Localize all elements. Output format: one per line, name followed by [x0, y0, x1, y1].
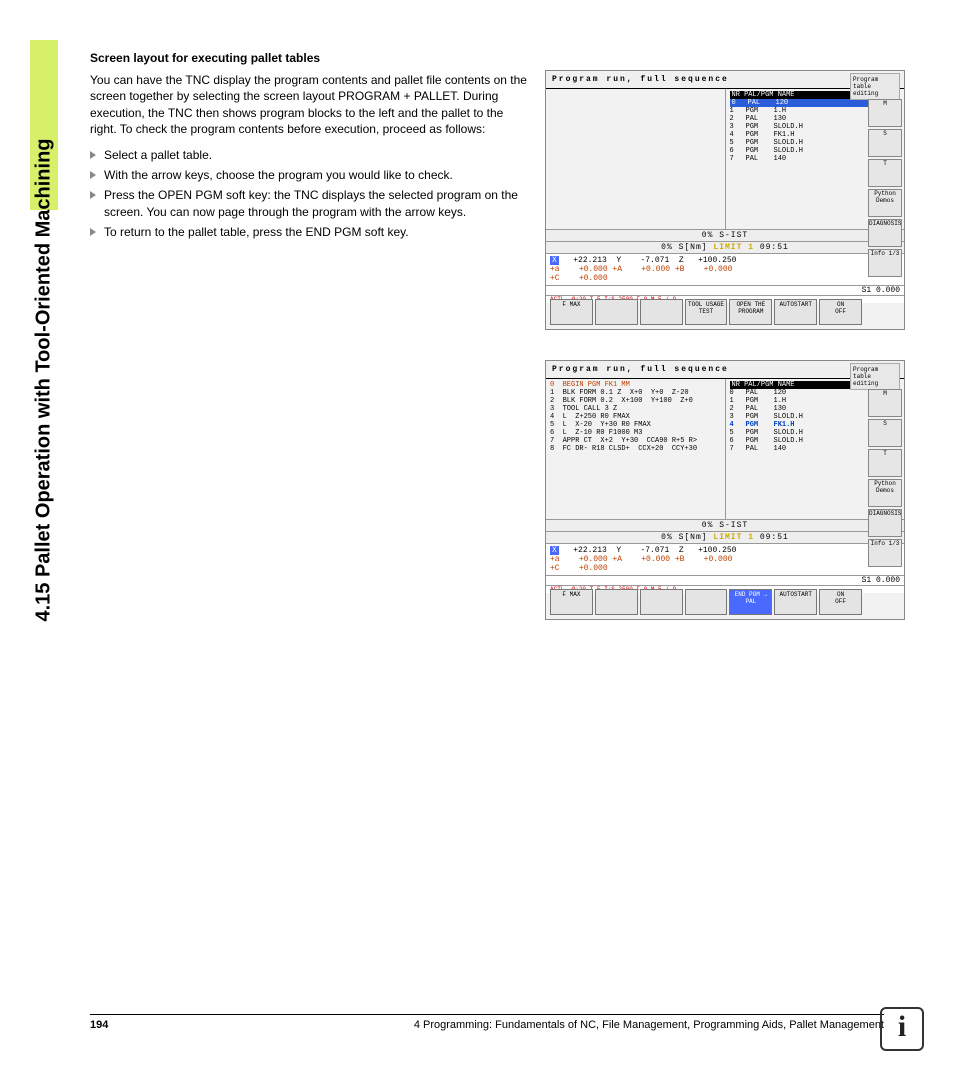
- heading: Screen layout for executing pallet table…: [90, 50, 530, 66]
- vk-s[interactable]: S: [868, 129, 902, 157]
- sk-blank[interactable]: [595, 299, 638, 325]
- vertical-softkeys: M S T Python Demos DIAGNOSIS Info 1/3: [868, 99, 902, 279]
- coordinates: X +22.213 Y -7.071 Z +100.250 +a +0.000 …: [546, 543, 904, 575]
- vk-t[interactable]: T: [868, 449, 902, 477]
- screenshot-pallet-only: Program run, full sequence Program table…: [545, 70, 905, 330]
- step-1: Select a pallet table.: [90, 147, 530, 163]
- vk-t[interactable]: T: [868, 159, 902, 187]
- vk-diagnosis[interactable]: DIAGNOSIS: [868, 509, 902, 537]
- page-footer: 194 4 Programming: Fundamentals of NC, F…: [90, 1014, 884, 1031]
- page-number: 194: [90, 1019, 108, 1031]
- sk-fmax[interactable]: F MAX: [550, 299, 593, 325]
- sk-tool-usage[interactable]: TOOL USAGE TEST: [685, 299, 728, 325]
- status-snm: 0% S[Nm] LIMIT 1 09:51: [546, 531, 904, 543]
- status-sist: 0% S-IST: [546, 519, 904, 531]
- vk-python[interactable]: Python Demos: [868, 479, 902, 507]
- vertical-softkeys: M S T Python Demos DIAGNOSIS Info 1/3: [868, 389, 902, 569]
- sk-blank[interactable]: [685, 589, 728, 615]
- coordinates: X +22.213 Y -7.071 Z +100.250 +a +0.000 …: [546, 253, 904, 285]
- sk-autostart[interactable]: AUTOSTART: [774, 299, 817, 325]
- sk-blank[interactable]: [640, 299, 683, 325]
- screenshot-program-and-pallet: Program run, full sequence Program table…: [545, 360, 905, 620]
- sk-fmax[interactable]: F MAX: [550, 589, 593, 615]
- vk-python[interactable]: Python Demos: [868, 189, 902, 217]
- vk-s[interactable]: S: [868, 419, 902, 447]
- program-listing: 0 BEGIN PGM FK1 MM 1 BLK FORM 0.1 Z X+0 …: [546, 379, 726, 519]
- mode-badge: Program table editing: [850, 73, 900, 100]
- sk-blank[interactable]: [595, 589, 638, 615]
- intro-paragraph: You can have the TNC display the program…: [90, 72, 530, 137]
- mode-badge: Program table editing: [850, 363, 900, 390]
- sk-on-off[interactable]: ONOFF: [819, 299, 862, 325]
- status-sist: 0% S-IST: [546, 229, 904, 241]
- chapter-label: 4 Programming: Fundamentals of NC, File …: [414, 1019, 884, 1031]
- vk-info[interactable]: Info 1/3: [868, 539, 902, 567]
- vk-info[interactable]: Info 1/3: [868, 249, 902, 277]
- status-snm: 0% S[Nm] LIMIT 1 09:51: [546, 241, 904, 253]
- vk-diagnosis[interactable]: DIAGNOSIS: [868, 219, 902, 247]
- step-2: With the arrow keys, choose the program …: [90, 167, 530, 183]
- body-text: Screen layout for executing pallet table…: [90, 50, 530, 244]
- step-3: Press the OPEN PGM soft key: the TNC dis…: [90, 187, 530, 219]
- sk-end-pgm[interactable]: END PGM → PAL: [729, 589, 772, 615]
- spindle: S1 0.000: [546, 575, 904, 585]
- program-pane-empty: [546, 89, 726, 229]
- spindle: S1 0.000: [546, 285, 904, 295]
- step-4: To return to the pallet table, press the…: [90, 224, 530, 240]
- section-title: 4.15 Pallet Operation with Tool-Oriented…: [33, 138, 56, 621]
- sk-blank[interactable]: [640, 589, 683, 615]
- sk-autostart[interactable]: AUTOSTART: [774, 589, 817, 615]
- section-tab: 4.15 Pallet Operation with Tool-Oriented…: [30, 40, 58, 720]
- vk-m[interactable]: M: [868, 99, 902, 127]
- sk-open-program[interactable]: OPEN THE PROGRAM: [729, 299, 772, 325]
- vk-m[interactable]: M: [868, 389, 902, 417]
- sk-on-off[interactable]: ONOFF: [819, 589, 862, 615]
- info-icon: i: [880, 1007, 924, 1051]
